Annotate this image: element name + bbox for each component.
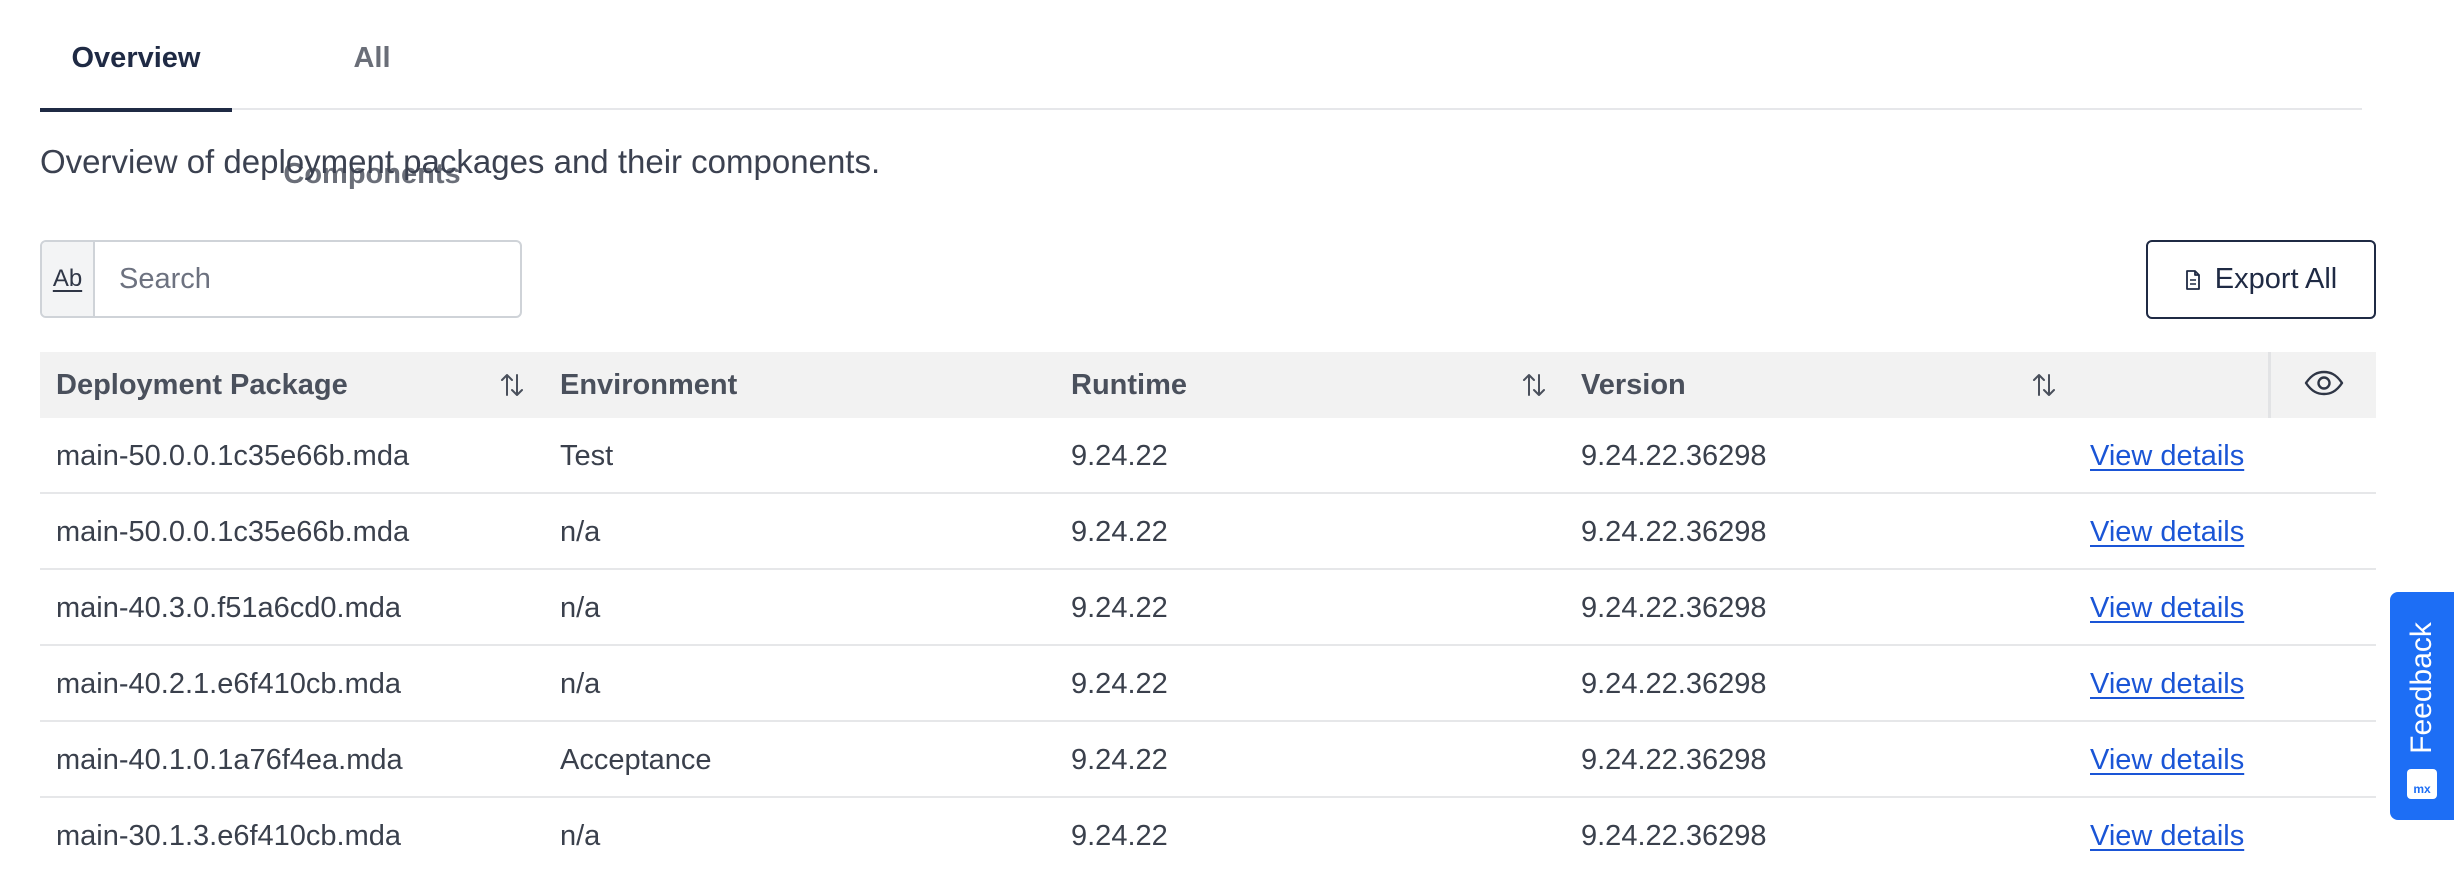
search-box: Ab bbox=[40, 240, 522, 318]
export-all-label: Export All bbox=[2214, 263, 2338, 295]
feedback-label: Feedback bbox=[2405, 622, 2438, 754]
cell-runtime: 9.24.22 bbox=[1071, 744, 1168, 776]
cell-runtime: 9.24.22 bbox=[1071, 592, 1168, 624]
cell-environment: n/a bbox=[560, 820, 601, 852]
cell-deployment-package: main-40.3.0.f51a6cd0.mda bbox=[56, 592, 401, 624]
column-header-runtime: Runtime bbox=[1071, 369, 1187, 401]
table-header: Deployment Package Environment Runtime V… bbox=[40, 352, 2376, 418]
cell-version: 9.24.22.36298 bbox=[1581, 592, 1767, 624]
cell-deployment-package: main-50.0.0.1c35e66b.mda bbox=[56, 516, 410, 548]
cell-environment: n/a bbox=[560, 592, 601, 624]
cell-version: 9.24.22.36298 bbox=[1581, 744, 1767, 776]
cell-runtime: 9.24.22 bbox=[1071, 668, 1168, 700]
cell-deployment-package: main-30.1.3.e6f410cb.mda bbox=[56, 820, 401, 852]
cell-version: 9.24.22.36298 bbox=[1581, 820, 1767, 852]
sort-icon[interactable] bbox=[496, 369, 528, 401]
table-row: main-40.2.1.e6f410cb.mda n/a 9.24.22 9.2… bbox=[40, 646, 2376, 722]
cell-environment: Test bbox=[560, 440, 614, 472]
column-header-deployment-package: Deployment Package bbox=[56, 369, 348, 401]
view-details-link[interactable]: View details bbox=[2090, 570, 2244, 644]
cell-environment: Acceptance bbox=[560, 744, 712, 776]
cell-deployment-package: main-50.0.0.1c35e66b.mda bbox=[56, 440, 410, 472]
deployment-overview-page: Overview All Components Overview of depl… bbox=[0, 0, 2454, 870]
tab-overview[interactable]: Overview bbox=[40, 0, 232, 112]
cell-runtime: 9.24.22 bbox=[1071, 516, 1168, 548]
sort-icon[interactable] bbox=[2028, 369, 2060, 401]
tab-bar: Overview All Components bbox=[40, 0, 2362, 190]
cell-environment: n/a bbox=[560, 516, 601, 548]
table-row: main-50.0.0.1c35e66b.mda Test 9.24.22 9.… bbox=[40, 418, 2376, 494]
search-input[interactable] bbox=[95, 242, 520, 316]
view-details-link[interactable]: View details bbox=[2090, 798, 2244, 870]
table-row: main-50.0.0.1c35e66b.mda n/a 9.24.22 9.2… bbox=[40, 494, 2376, 570]
page-description: Overview of deployment packages and thei… bbox=[40, 143, 881, 180]
cell-version: 9.24.22.36298 bbox=[1581, 516, 1767, 548]
search-prefix-label: Ab bbox=[52, 265, 83, 292]
cell-environment: n/a bbox=[560, 668, 601, 700]
cell-runtime: 9.24.22 bbox=[1071, 440, 1168, 472]
column-visibility-button[interactable] bbox=[2268, 352, 2376, 418]
deployment-packages-table: Deployment Package Environment Runtime V… bbox=[40, 352, 2376, 870]
document-icon bbox=[2185, 269, 2201, 290]
view-details-link[interactable]: View details bbox=[2090, 646, 2244, 720]
export-all-button[interactable]: Export All bbox=[2146, 240, 2376, 319]
text-search-icon[interactable]: Ab bbox=[42, 242, 95, 316]
mendix-logo-icon: mx bbox=[2407, 769, 2437, 799]
view-details-link[interactable]: View details bbox=[2090, 494, 2244, 568]
column-header-version: Version bbox=[1581, 369, 1686, 401]
eye-icon bbox=[2304, 370, 2344, 401]
table-row: main-40.3.0.f51a6cd0.mda n/a 9.24.22 9.2… bbox=[40, 570, 2376, 646]
view-details-link[interactable]: View details bbox=[2090, 722, 2244, 796]
sort-icon[interactable] bbox=[1518, 369, 1550, 401]
view-details-link[interactable]: View details bbox=[2090, 418, 2244, 492]
cell-deployment-package: main-40.2.1.e6f410cb.mda bbox=[56, 668, 401, 700]
cell-version: 9.24.22.36298 bbox=[1581, 440, 1767, 472]
table-row: main-40.1.0.1a76f4ea.mda Acceptance 9.24… bbox=[40, 722, 2376, 798]
cell-deployment-package: main-40.1.0.1a76f4ea.mda bbox=[56, 744, 403, 776]
column-header-environment: Environment bbox=[560, 369, 738, 401]
cell-version: 9.24.22.36298 bbox=[1581, 668, 1767, 700]
tab-all-components[interactable]: All Components bbox=[262, 0, 482, 190]
table-row: main-30.1.3.e6f410cb.mda n/a 9.24.22 9.2… bbox=[40, 798, 2376, 870]
feedback-button[interactable]: Feedback mx bbox=[2390, 592, 2454, 820]
cell-runtime: 9.24.22 bbox=[1071, 820, 1168, 852]
